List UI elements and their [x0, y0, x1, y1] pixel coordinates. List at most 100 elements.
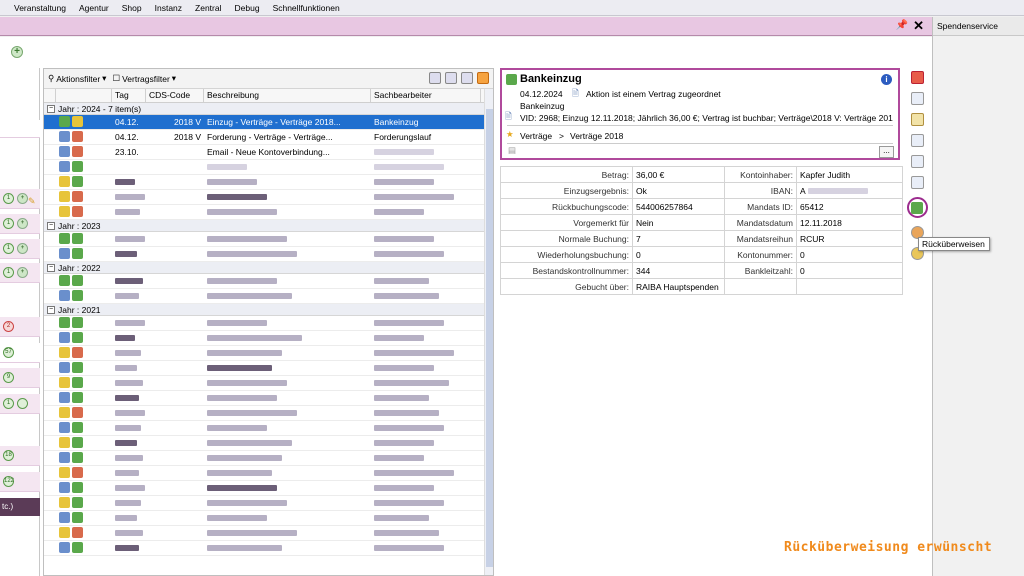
row-icon [72, 205, 84, 217]
refund-button[interactable] [906, 197, 928, 218]
list-item[interactable]: 1 + [0, 214, 40, 234]
left-dark-tab[interactable]: tc.) [0, 498, 40, 516]
list-item[interactable]: 57 [0, 343, 40, 363]
list-item[interactable]: 18 [0, 446, 40, 466]
group-header[interactable]: − Jahr : 2021 [44, 304, 493, 316]
path-segment[interactable]: Verträge 2018 [570, 131, 623, 141]
side-panel-title[interactable]: Spendenservice [933, 17, 1024, 36]
table-row[interactable]: 04.12. 2018 V Forderung - Verträge - Ver… [44, 130, 493, 145]
menu-veranstaltung[interactable]: Veranstaltung [14, 3, 66, 13]
scrollbar-thumb[interactable] [486, 109, 493, 567]
prop-value: A [796, 182, 903, 199]
table-row[interactable] [44, 451, 493, 466]
table-row[interactable] [44, 541, 493, 556]
menu-instanz[interactable]: Instanz [155, 3, 182, 13]
table-row[interactable]: 23.10. Email - Neue Kontoverbindung... [44, 145, 493, 160]
table-row[interactable] [44, 232, 493, 247]
table-row[interactable] [44, 436, 493, 451]
path-segment[interactable]: Verträge [520, 131, 552, 141]
list-item[interactable]: 2 [0, 317, 40, 337]
table-row[interactable] [44, 421, 493, 436]
filter-icon: ⚲ [48, 73, 55, 83]
action-date: 04.12.2024 [520, 89, 563, 99]
table-row[interactable] [44, 361, 493, 376]
actions-filter-button[interactable]: ⚲ Aktionsfilter ▾ [48, 73, 106, 84]
list-item[interactable]: 122 [0, 472, 40, 492]
pin-icon[interactable]: 📌 [896, 20, 908, 31]
collapse-icon[interactable]: − [47, 263, 55, 272]
collapse-icon[interactable]: − [47, 104, 55, 113]
collapse-icon[interactable]: − [47, 221, 55, 230]
table-row[interactable] [44, 481, 493, 496]
group-header[interactable]: − Jahr : 2024 - 7 item(s) [44, 103, 493, 115]
list-item[interactable]: 1 [0, 394, 40, 414]
table-row[interactable] [44, 346, 493, 361]
row-icon [59, 481, 70, 493]
property-row: Normale Buchung: 7 Mandatsreihun RCUR [500, 230, 903, 247]
table-row[interactable] [44, 331, 493, 346]
menu-schnellfunktionen[interactable]: Schnellfunktionen [273, 3, 340, 13]
info-icon[interactable]: i [881, 74, 892, 85]
prop-label: Mandatsdatum [724, 214, 797, 231]
pdf-icon[interactable] [910, 71, 924, 84]
image-icon[interactable] [910, 134, 924, 147]
table-row[interactable] [44, 289, 493, 304]
pencil-icon[interactable]: ✎ [28, 196, 36, 207]
add-icon[interactable]: + [17, 267, 28, 278]
table-row[interactable] [44, 205, 493, 220]
list-item[interactable] [0, 120, 40, 138]
more-button[interactable]: ... [879, 146, 894, 158]
column-tag[interactable]: Tag [112, 89, 146, 102]
table-row[interactable] [44, 511, 493, 526]
person-icon[interactable] [461, 72, 473, 84]
table-row[interactable] [44, 391, 493, 406]
menu-zentral[interactable]: Zentral [195, 3, 221, 13]
table-row[interactable] [44, 190, 493, 205]
document-icon[interactable] [429, 72, 441, 84]
group-header[interactable]: − Jahr : 2023 [44, 220, 493, 232]
add-icon[interactable]: + [17, 243, 28, 254]
table-row[interactable] [44, 496, 493, 511]
column-cds-code[interactable]: CDS-Code [146, 89, 204, 102]
table-row[interactable]: 04.12. 2018 V Einzug - Verträge - Verträ… [44, 115, 493, 130]
comment-icon[interactable] [910, 92, 924, 105]
table-row[interactable] [44, 466, 493, 481]
table-row[interactable] [44, 526, 493, 541]
cell-desc: Email - Neue Kontoverbindung... [207, 147, 330, 157]
table-row[interactable] [44, 376, 493, 391]
row-icon [72, 526, 84, 538]
grid-scrollbar[interactable] [484, 89, 493, 575]
add-icon[interactable]: + [17, 218, 28, 229]
menu-agentur[interactable]: Agentur [79, 3, 109, 13]
prop-value: RCUR [796, 230, 903, 247]
column-sachbearbeiter[interactable]: Sachbearbeiter [371, 89, 481, 102]
collapse-icon[interactable]: − [47, 305, 55, 314]
table-row[interactable] [44, 160, 493, 175]
group-label: Jahr : 2022 [58, 262, 101, 273]
menu-shop[interactable]: Shop [122, 3, 142, 13]
table-row[interactable] [44, 274, 493, 289]
table-row[interactable] [44, 406, 493, 421]
menu-debug[interactable]: Debug [235, 3, 260, 13]
refresh-icon[interactable] [477, 72, 489, 84]
column-beschreibung[interactable]: Beschreibung [204, 89, 371, 102]
close-icon[interactable]: ✕ [913, 18, 924, 34]
list-item[interactable]: 9 [0, 368, 40, 388]
people-icon[interactable] [910, 155, 924, 168]
table-row[interactable] [44, 316, 493, 331]
document-icon[interactable] [910, 176, 924, 189]
prop-label: Kontonummer: [724, 246, 797, 263]
mail-icon[interactable] [910, 113, 924, 126]
list-item[interactable]: 1 + [0, 263, 40, 283]
add-icon[interactable]: + [17, 193, 28, 204]
property-row: Vorgemerkt für Nein Mandatsdatum 12.11.2018 [500, 214, 903, 231]
list-item[interactable]: 1 + [0, 239, 40, 259]
row-icon [72, 436, 84, 448]
group-header[interactable]: − Jahr : 2022 [44, 262, 493, 274]
contract-filter-button[interactable]: ☐ Vertragsfilter ▾ [112, 73, 176, 84]
add-icon[interactable]: + [11, 46, 23, 58]
table-row[interactable] [44, 247, 493, 262]
export-icon[interactable] [445, 72, 457, 84]
table-row[interactable] [44, 175, 493, 190]
prop-value: 7 [632, 230, 725, 247]
